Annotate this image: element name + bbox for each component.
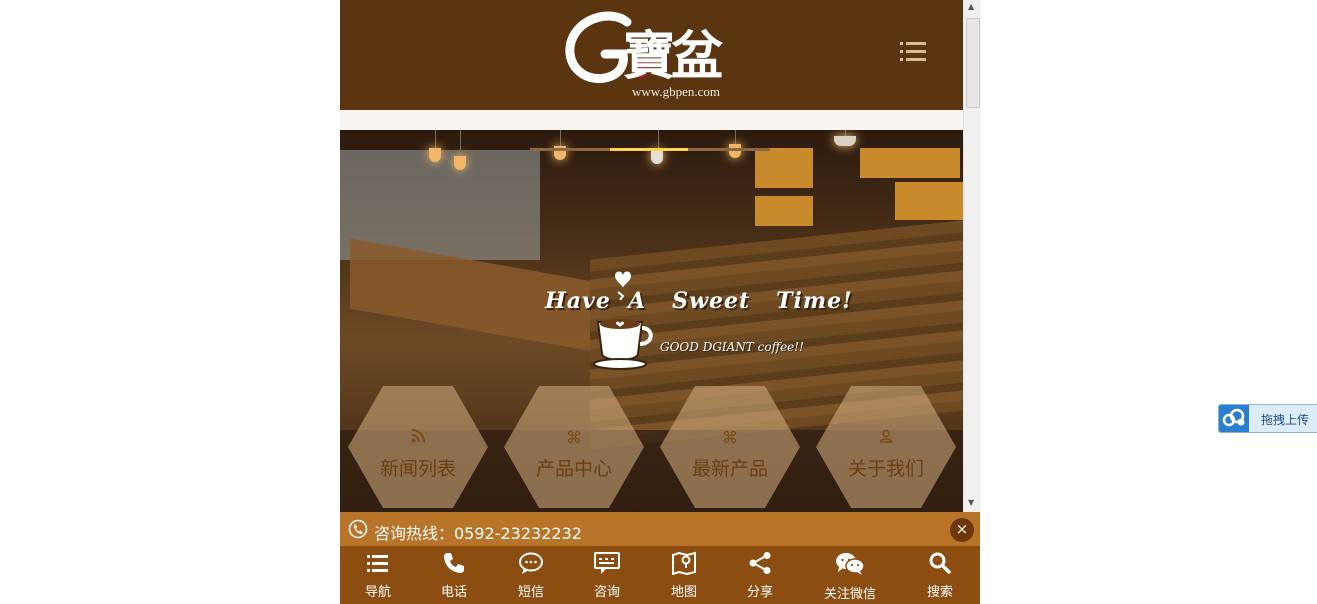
shelf [755,148,813,188]
sms-icon [519,552,543,574]
nav-item-wechat[interactable]: 关注微信 [818,546,882,604]
phone-circle-icon [348,519,368,539]
tile-label: 新闻列表 [379,458,456,480]
tile-label: 最新产品 [691,458,768,480]
banner-slider[interactable]: Have A Sweet Time! GOOD DGIANT coffee!! … [340,130,963,512]
scroll-up-icon[interactable]: ▲ [968,2,974,11]
nav-label: 分享 [746,585,773,600]
nav-label: 电话 [440,585,467,600]
map-icon [672,551,696,575]
command-icon: ⌘ [566,428,582,447]
shelf [895,182,963,220]
list-icon [367,555,388,572]
nav-item-share[interactable]: 分享 [738,546,782,604]
lamp-cord [435,130,436,150]
lamp-icon [651,150,663,164]
lamp-icon [429,148,441,162]
logo-url: www.gbpen.com [632,84,720,99]
nav-item-sms[interactable]: 短信 [509,546,553,604]
tile-label: 关于我们 [847,458,924,480]
slider-indicator-active[interactable] [610,148,688,151]
nav-item-map[interactable]: 地图 [662,546,706,604]
shelf [755,196,813,226]
search-icon [929,552,951,574]
nav-item-search[interactable]: 搜索 [918,546,962,604]
hotline-bar: 咨询热线：0592-23232232 × [340,512,980,546]
nav-item-menu[interactable]: 导航 [356,546,400,604]
rss-icon [348,428,488,447]
nav-item-phone[interactable]: 电话 [432,546,476,604]
lamp-icon [834,136,856,146]
command-icon: ⌘ [722,428,738,447]
wechat-icon [836,553,865,575]
user-icon [816,428,956,447]
banner-subtitle: GOOD DGIANT coffee!! [660,340,804,354]
nav-label: 搜索 [926,585,953,600]
lamp-cord [460,130,461,158]
logo-text: 寶盆 [623,26,723,87]
nav-label: 关注微信 [823,587,876,602]
hotline-text[interactable]: 咨询热线：0592-23232232 [374,520,582,544]
upload-label: 拖拽上传 [1261,413,1310,427]
close-button[interactable]: × [950,518,974,542]
page-scrollbar[interactable]: ▲ ▼ [963,0,981,512]
nav-label: 地图 [670,585,697,600]
nav-label: 导航 [364,585,391,600]
menu-icon[interactable] [900,40,926,62]
cloud-upload-icon [1219,405,1249,432]
site-header: 寶盆 www.gbpen.com [340,0,963,110]
bottom-nav: 导航 电话 短信 咨询 地图 分享 关注微信 搜索 [340,546,980,604]
header-gap [340,110,963,130]
tile-label: 产品中心 [535,458,612,480]
phone-icon [444,553,464,573]
scroll-down-icon[interactable]: ▼ [968,498,974,507]
coffee-cup-icon [593,319,653,370]
nav-label: 短信 [517,585,544,600]
chat-icon [594,552,620,574]
lamp-icon [729,144,741,158]
scroll-thumb[interactable] [966,18,980,108]
lamp-icon [454,156,466,170]
shelf [860,148,960,178]
share-icon [749,552,771,574]
nav-label: 咨询 [593,585,620,600]
nav-item-consult[interactable]: 咨询 [585,546,629,604]
drag-upload-button[interactable]: 拖拽上传 [1218,404,1317,433]
